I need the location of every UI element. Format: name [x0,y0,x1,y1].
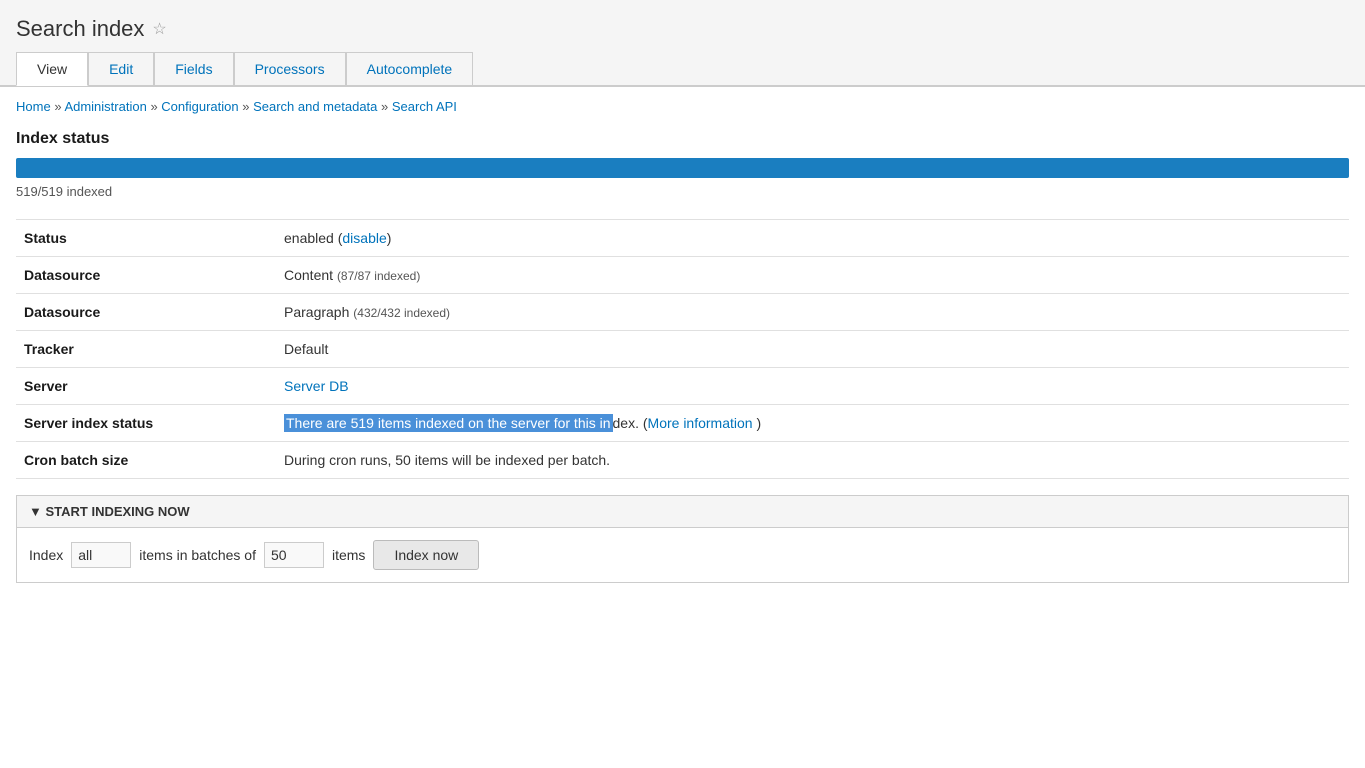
tabs-container: View Edit Fields Processors Autocomplete [16,52,1349,85]
label-status: Status [16,220,276,257]
disable-link[interactable]: disable [342,230,386,246]
batch-size-input[interactable] [264,542,324,568]
highlighted-server-status: There are 519 items indexed on the serve… [284,414,613,432]
page-title-text: Search index [16,16,144,42]
row-server: Server Server DB [16,368,1349,405]
tab-processors[interactable]: Processors [234,52,346,85]
star-icon[interactable]: ☆ [152,19,166,39]
progress-bar-container [16,158,1349,178]
index-all-input[interactable] [71,542,131,568]
breadcrumb-home[interactable]: Home [16,99,51,114]
value-datasource-paragraph: Paragraph (432/432 indexed) [276,294,1349,331]
batches-label: items in batches of [139,547,256,563]
tab-edit[interactable]: Edit [88,52,154,85]
value-status: enabled (disable) [276,220,1349,257]
label-datasource-paragraph: Datasource [16,294,276,331]
label-server-index-status: Server index status [16,405,276,442]
value-datasource-content: Content (87/87 indexed) [276,257,1349,294]
value-server-index-status: There are 519 items indexed on the serve… [276,405,1349,442]
row-cron-batch-size: Cron batch size During cron runs, 50 ite… [16,442,1349,479]
datasource-content-count: (87/87 indexed) [337,269,420,283]
value-cron-batch-size: During cron runs, 50 items will be index… [276,442,1349,479]
page-header: Search index ☆ View Edit Fields Processo… [0,0,1365,86]
label-cron-batch-size: Cron batch size [16,442,276,479]
items-label: items [332,547,365,563]
row-datasource-content: Datasource Content (87/87 indexed) [16,257,1349,294]
row-status: Status enabled (disable) [16,220,1349,257]
datasource-paragraph-count: (432/432 indexed) [353,306,450,320]
main-content: Home » Administration » Configuration » … [0,86,1365,595]
info-table: Status enabled (disable) Datasource Cont… [16,219,1349,479]
row-datasource-paragraph: Datasource Paragraph (432/432 indexed) [16,294,1349,331]
breadcrumb-search-and-metadata[interactable]: Search and metadata [253,99,377,114]
indexing-header[interactable]: ▼ START INDEXING NOW [17,496,1348,528]
value-tracker: Default [276,331,1349,368]
label-datasource-content: Datasource [16,257,276,294]
index-now-button[interactable]: Index now [373,540,479,570]
breadcrumb-administration[interactable]: Administration [64,99,146,114]
server-db-link[interactable]: Server DB [284,378,349,394]
label-tracker: Tracker [16,331,276,368]
index-prefix: Index [29,547,63,563]
row-server-index-status: Server index status There are 519 items … [16,405,1349,442]
indexing-section: ▼ START INDEXING NOW Index items in batc… [16,495,1349,583]
index-status-title: Index status [16,130,1349,148]
progress-label: 519/519 indexed [16,184,1349,199]
tab-view[interactable]: View [16,52,88,86]
more-information-link[interactable]: More information [648,415,753,431]
tab-fields[interactable]: Fields [154,52,233,85]
breadcrumb-configuration[interactable]: Configuration [161,99,238,114]
label-server: Server [16,368,276,405]
tab-autocomplete[interactable]: Autocomplete [346,52,474,85]
breadcrumb-search-api[interactable]: Search API [392,99,457,114]
value-server: Server DB [276,368,1349,405]
breadcrumb: Home » Administration » Configuration » … [16,99,1349,114]
row-tracker: Tracker Default [16,331,1349,368]
progress-bar-fill [16,158,1349,178]
indexing-body: Index items in batches of items Index no… [17,528,1348,582]
indexing-header-text: ▼ START INDEXING NOW [29,504,190,519]
page-title: Search index ☆ [16,8,1349,48]
